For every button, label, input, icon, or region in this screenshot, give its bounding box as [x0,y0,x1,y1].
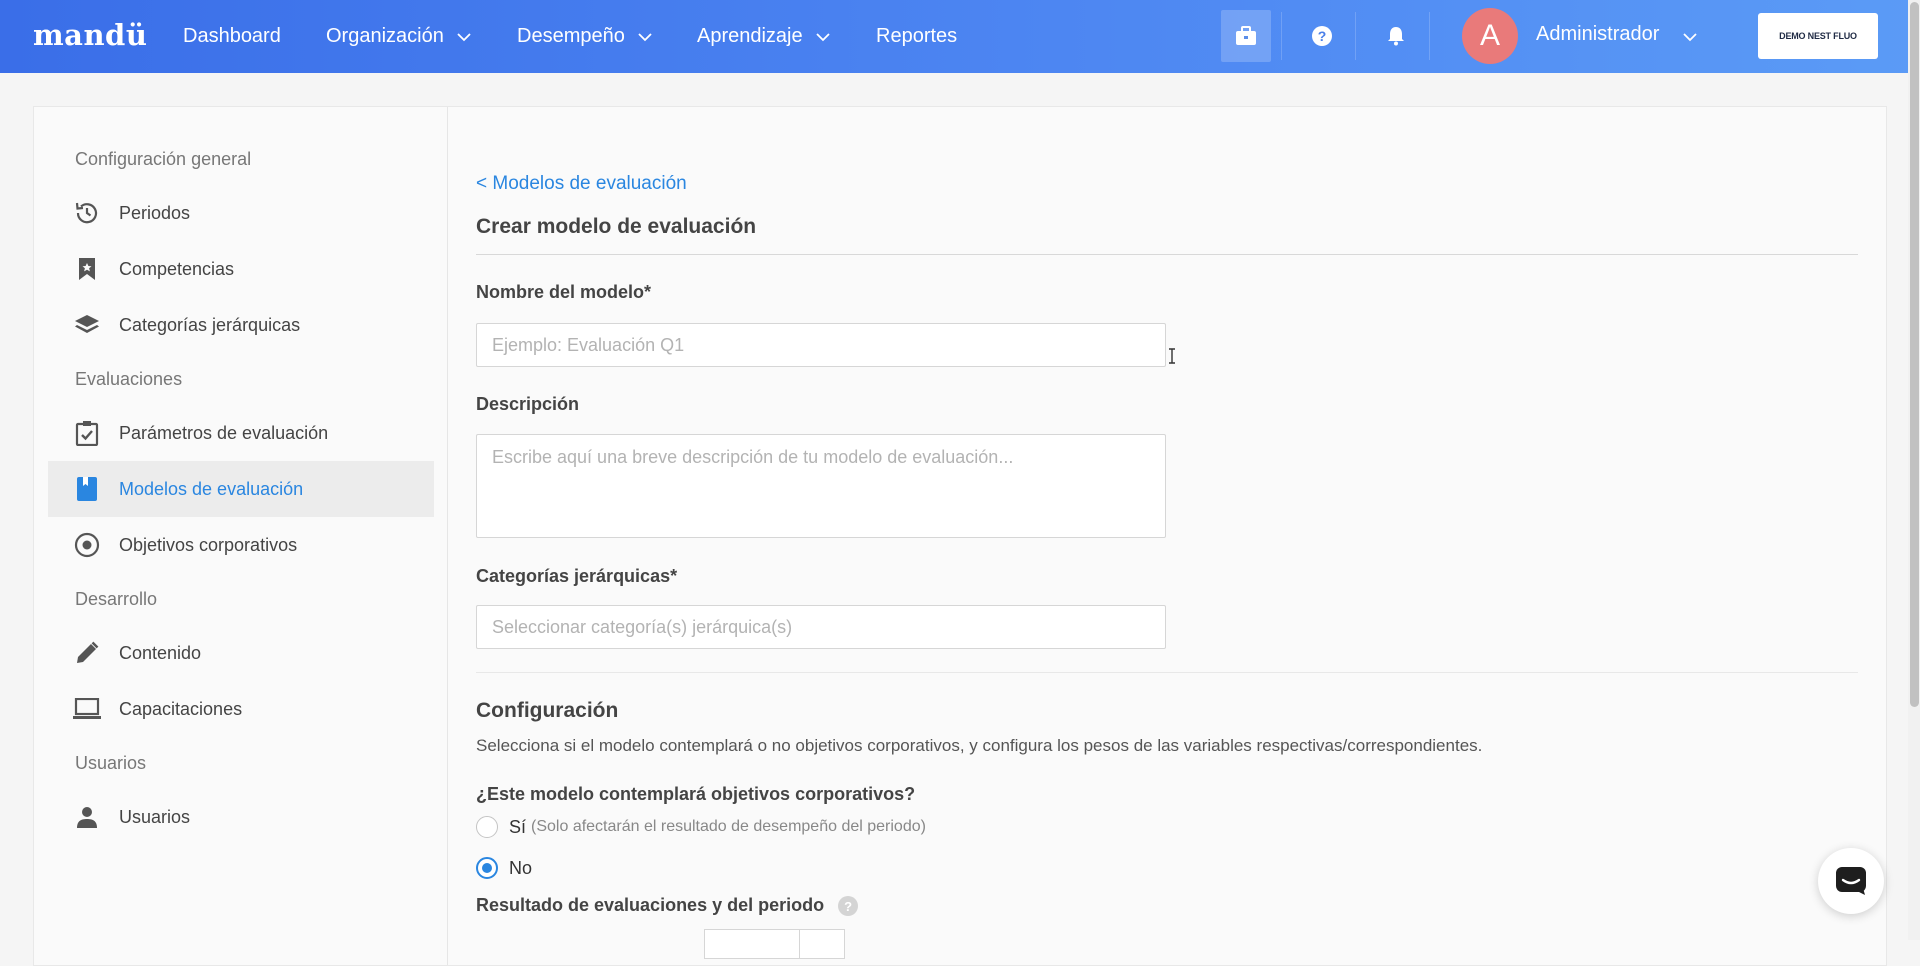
target-icon [72,530,102,560]
page-title: Crear modelo de evaluación [476,215,757,238]
sidebar-item-label: Periodos [119,202,191,223]
objectives-option-yes[interactable]: Sí (Solo afectarán el resultado de desem… [476,816,926,838]
categories-label: Categorías jerárquicas* [476,566,678,586]
chat-icon [1836,867,1866,895]
layers-icon [72,310,102,340]
sidebar-item-modelos[interactable]: Modelos de evaluación [48,461,434,517]
text-cursor-icon [1169,348,1175,364]
sidebar-item-categorias[interactable]: Categorías jerárquicas [48,297,434,353]
user-name[interactable]: Administrador [1536,23,1659,46]
radio-yes[interactable] [476,816,498,838]
topbar-divider [1355,12,1356,60]
objectives-option-no[interactable]: No [476,857,532,879]
title-divider [476,254,1858,255]
sidebar-section-evaluaciones: Evaluaciones [75,369,183,389]
sidebar-section-usuarios: Usuarios [75,753,147,773]
description-textarea[interactable] [476,434,1166,538]
sidebar-item-parametros[interactable]: Parámetros de evaluación [48,405,434,461]
nav-dashboard[interactable]: Dashboard [183,25,281,48]
radio-yes-label: Sí [509,816,527,837]
nav-aprendizaje-label: Aprendizaje [697,25,803,47]
laptop-icon [72,694,102,724]
user-icon [72,802,102,832]
page-scrollbar-thumb[interactable] [1910,2,1919,707]
nav-dashboard-label: Dashboard [183,25,281,47]
nav-desempeno[interactable]: Desempeño [517,25,653,48]
topbar-divider [1429,12,1430,60]
nav-organizacion[interactable]: Organización [326,25,472,48]
top-navigation-bar: mandü Dashboard Organización Desempeño A… [0,0,1920,73]
categories-select[interactable]: Seleccionar categoría(s) jerárquica(s) [476,605,1166,649]
sidebar-item-label: Parámetros de evaluación [119,422,329,443]
nav-aprendizaje[interactable]: Aprendizaje [697,25,831,48]
bell-icon [1388,27,1404,46]
radio-no-label: No [509,857,533,878]
sidebar-section-desarrollo: Desarrollo [75,589,158,609]
topbar-divider [1281,12,1282,60]
help-button[interactable]: ? [1297,10,1347,62]
company-switch-button[interactable]: DEMO NEST FLUO [1758,13,1878,59]
clipboard-check-icon [72,418,102,448]
chevron-down-icon [815,32,830,41]
sidebar-item-label: Capacitaciones [119,698,243,719]
radio-yes-note: (Solo afectarán el resultado de desempeñ… [531,818,926,835]
chat-launcher-button[interactable] [1818,848,1884,914]
configuration-help-text: Selecciona si el modelo contemplará o no… [476,736,1483,755]
sidebar-item-capacitaciones[interactable]: Capacitaciones [48,681,434,737]
briefcase-icon [1236,26,1256,45]
sidebar-item-label: Objetivos corporativos [119,534,298,555]
sidebar-item-label: Modelos de evaluación [119,478,304,499]
back-to-models-link[interactable]: < Modelos de evaluación [476,173,687,195]
results-label-row: Resultado de evaluaciones y del periodo? [476,895,859,917]
categories-placeholder: Seleccionar categoría(s) jerárquica(s) [492,616,793,637]
main-panel: Configuración general Periodos Competenc… [33,106,1887,966]
book-icon [72,474,102,504]
sidebar-item-label: Categorías jerárquicas [119,314,301,335]
nav-reportes-label: Reportes [876,25,958,47]
model-name-label: Nombre del modelo* [476,282,652,302]
briefcase-button[interactable] [1221,10,1271,62]
settings-sidebar: Configuración general Periodos Competenc… [34,107,448,965]
sidebar-item-competencias[interactable]: Competencias [48,241,434,297]
section-divider [476,672,1858,673]
chevron-down-icon [457,32,471,41]
sidebar-item-label: Contenido [119,642,202,663]
question-circle-icon: ? [1312,26,1332,46]
description-label: Descripción [476,394,580,414]
chevron-down-icon [638,32,652,41]
radio-no[interactable] [476,857,498,879]
pencil-icon [72,638,102,668]
model-name-input[interactable] [476,323,1166,367]
nav-organizacion-label: Organización [326,25,444,47]
create-model-form: < Modelos de evaluación Crear modelo de … [476,107,1876,965]
mandu-logo[interactable]: mandü [33,18,147,52]
sidebar-item-usuarios[interactable]: Usuarios [48,789,434,845]
notifications-button[interactable] [1371,10,1421,62]
nav-reportes[interactable]: Reportes [876,25,957,48]
sidebar-section-configuracion: Configuración general [75,149,252,169]
sidebar-item-periodos[interactable]: Periodos [48,185,434,241]
objectives-question: ¿Este modelo contemplará objetivos corpo… [476,784,916,804]
history-icon [72,198,102,228]
help-badge-icon[interactable]: ? [838,896,859,917]
chevron-down-icon[interactable] [1682,29,1698,45]
weight-input[interactable] [704,929,800,959]
svg-text:?: ? [1318,28,1327,44]
bookmark-icon [72,254,102,284]
user-avatar[interactable]: A [1462,8,1518,64]
results-label: Resultado de evaluaciones y del periodo [476,895,825,915]
sidebar-item-label: Usuarios [119,806,191,827]
sidebar-item-contenido[interactable]: Contenido [48,625,434,681]
sidebar-item-label: Competencias [119,258,235,279]
sidebar-item-objetivos[interactable]: Objetivos corporativos [48,517,434,573]
nav-desempeno-label: Desempeño [517,25,625,47]
configuration-title: Configuración [476,699,619,722]
weight-unit [799,929,845,959]
